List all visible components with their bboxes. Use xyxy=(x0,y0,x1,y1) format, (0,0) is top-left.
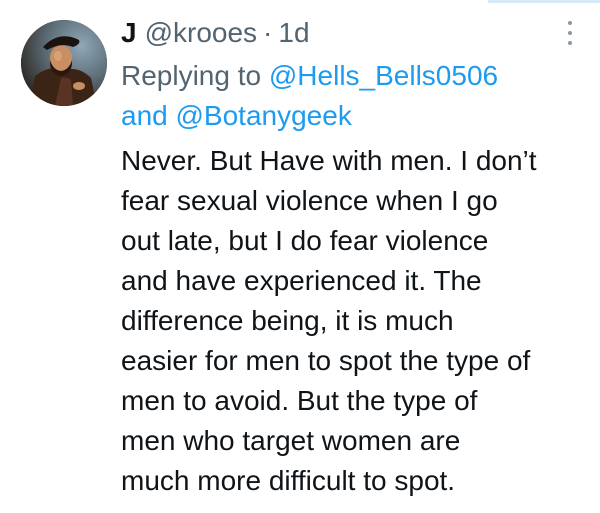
tweet-header: J @krooes · 1d xyxy=(121,16,310,50)
tweet[interactable]: J @krooes · 1d Replying to @Hells_Bells0… xyxy=(0,0,600,513)
more-dot xyxy=(568,31,572,35)
separator-dot: · xyxy=(263,17,273,48)
reply-user-link-1[interactable]: @Hells_Bells0506 xyxy=(269,60,498,91)
reply-conjunction: and xyxy=(121,100,168,131)
more-dot xyxy=(568,21,572,25)
avatar[interactable] xyxy=(21,20,107,106)
replying-to: Replying to @Hells_Bells0506 and @Botany… xyxy=(121,56,581,136)
portrait-avatar-image xyxy=(21,20,107,106)
replying-to-prefix: Replying to xyxy=(121,60,262,91)
more-vertical-icon[interactable] xyxy=(558,18,582,48)
tweet-text: Never. But Have with men. I don’t fear s… xyxy=(121,145,537,496)
reply-user-link-2[interactable]: @Botanygeek xyxy=(176,100,352,131)
more-dot xyxy=(568,41,572,45)
timestamp[interactable]: 1d xyxy=(278,16,309,50)
user-handle[interactable]: @krooes xyxy=(145,16,257,50)
display-name[interactable]: J xyxy=(121,16,137,50)
